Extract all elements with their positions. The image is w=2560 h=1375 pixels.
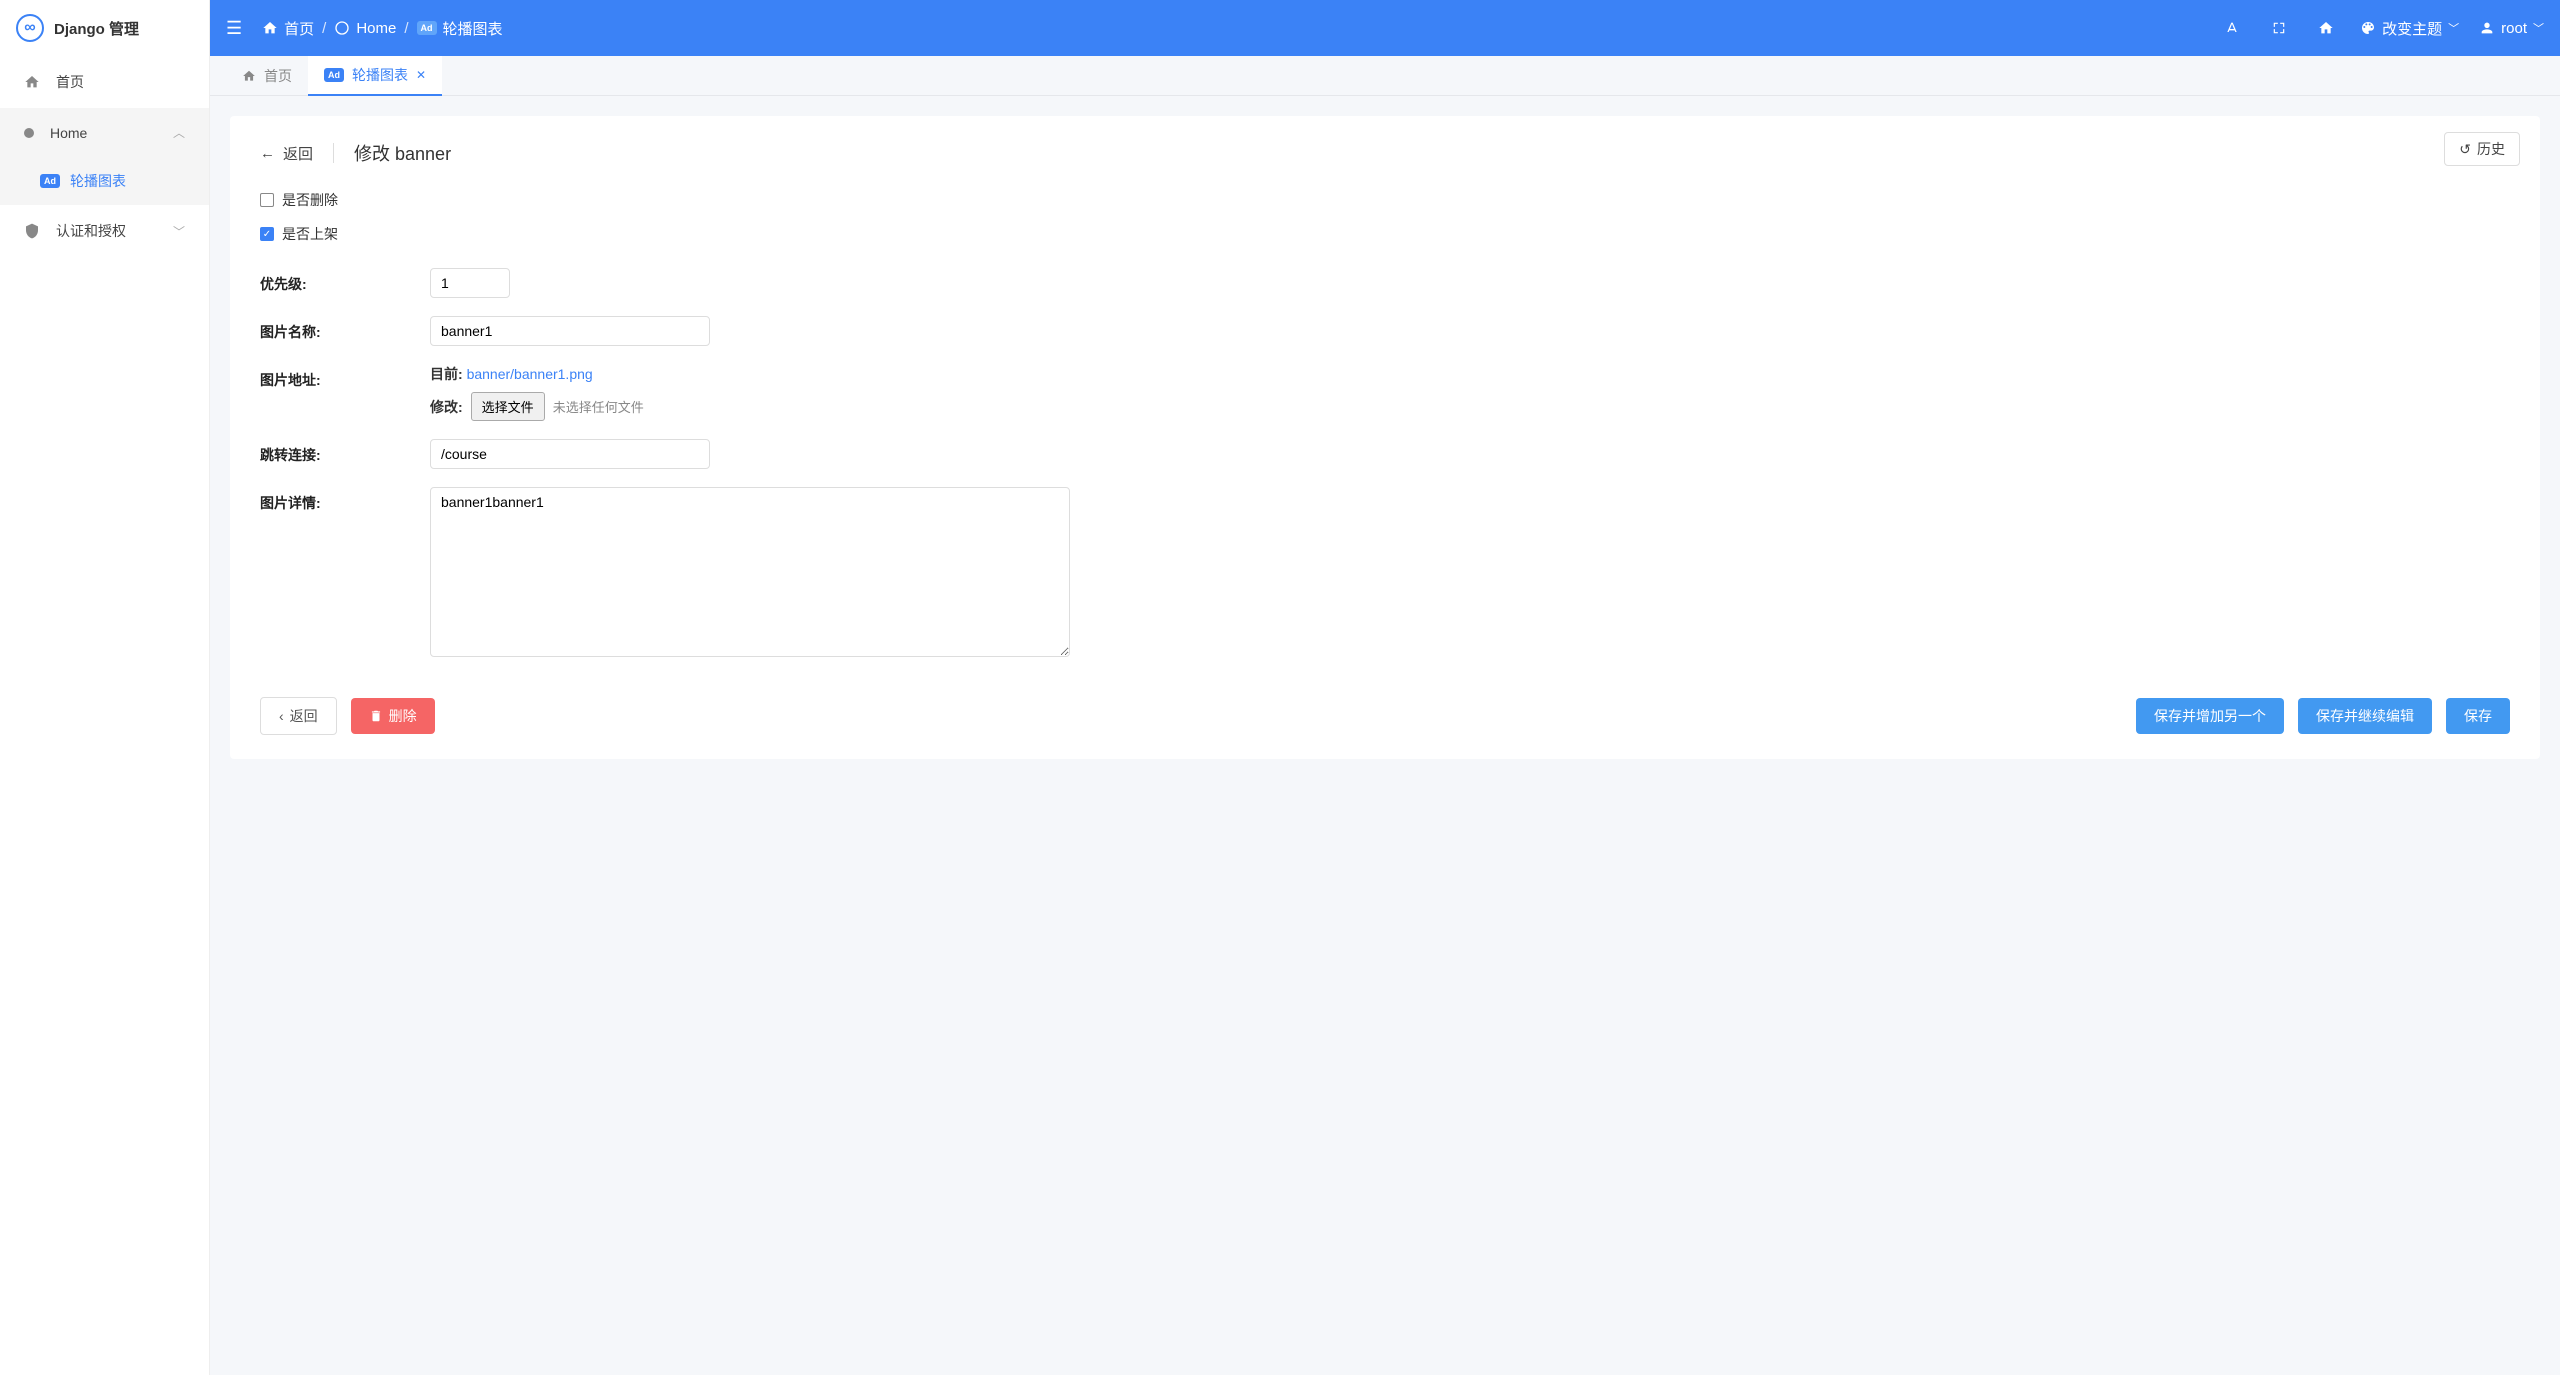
back-button-label: 返回 (290, 706, 318, 726)
page-title: 修改 banner (354, 140, 451, 166)
breadcrumb-home-app[interactable]: Home (334, 20, 396, 37)
home-icon (262, 20, 278, 36)
history-label: 历史 (2477, 139, 2505, 159)
theme-label: 改变主题 (2382, 18, 2442, 39)
checkbox-label: 是否删除 (282, 190, 338, 210)
detail-textarea[interactable] (430, 487, 1070, 657)
save-continue-button[interactable]: 保存并继续编辑 (2298, 698, 2432, 734)
file-current: 目前: banner/banner1.png (430, 364, 644, 384)
topbar: ☰ 首页 / Home / Ad 轮播图表 (210, 0, 2560, 56)
image-url-label: 图片地址: (260, 364, 430, 390)
breadcrumb-sep: / (322, 20, 326, 37)
tab-home[interactable]: 首页 (226, 56, 308, 96)
tab-label: 轮播图表 (352, 65, 408, 85)
link-input[interactable] (430, 439, 710, 469)
chevron-down-icon: ﹀ (173, 223, 185, 240)
detail-label: 图片详情: (260, 487, 430, 513)
palette-icon (2360, 20, 2376, 36)
nav-label: 认证和授权 (56, 221, 126, 241)
link-label: 跳转连接: (260, 439, 430, 465)
breadcrumb-home[interactable]: 首页 (262, 18, 314, 39)
ad-badge-icon: Ad (417, 21, 437, 35)
file-status: 未选择任何文件 (553, 397, 644, 416)
is-deleted-checkbox[interactable]: 是否删除 (260, 190, 338, 210)
user-icon (2479, 20, 2495, 36)
delete-button[interactable]: 删除 (351, 698, 435, 734)
ad-badge-icon: Ad (40, 174, 60, 188)
chevron-left-icon: ‹ (279, 708, 284, 724)
back-button[interactable]: ‹ 返回 (260, 697, 337, 735)
ad-badge-icon: Ad (324, 68, 344, 82)
nav-item-home-app[interactable]: Home ︿ (0, 108, 209, 157)
nav-label: Home (50, 125, 87, 141)
circle-icon (334, 20, 350, 36)
logo-icon: ∞ (16, 14, 44, 42)
brand-text: Django 管理 (54, 18, 139, 39)
name-label: 图片名称: (260, 316, 430, 342)
home-icon (24, 74, 40, 90)
history-icon: ↺ (2459, 141, 2471, 158)
tab-label: 首页 (264, 66, 292, 86)
name-input[interactable] (430, 316, 710, 346)
breadcrumb-label: 轮播图表 (443, 18, 503, 39)
back-label: 返回 (283, 143, 313, 164)
history-button[interactable]: ↺ 历史 (2444, 132, 2520, 166)
save-button[interactable]: 保存 (2446, 698, 2510, 734)
file-current-link[interactable]: banner/banner1.png (467, 366, 593, 382)
file-current-prefix: 目前: (430, 366, 463, 382)
chevron-up-icon: ︿ (173, 124, 185, 141)
breadcrumb-label: Home (356, 20, 396, 37)
breadcrumb-sep: / (404, 20, 408, 37)
divider (333, 143, 334, 163)
trash-icon (369, 709, 383, 723)
content-area: ↺ 历史 ← 返回 修改 banner 是否删除 (210, 96, 2560, 1375)
dot-icon (24, 125, 34, 141)
nav-item-auth[interactable]: 认证和授权 ﹀ (0, 205, 209, 257)
font-icon[interactable] (2218, 14, 2246, 42)
tabs-bar: 首页 Ad 轮播图表 ✕ (210, 56, 2560, 96)
checkbox-label: 是否上架 (282, 224, 338, 244)
breadcrumb-label: 首页 (284, 18, 314, 39)
nav-sub-label: 轮播图表 (70, 171, 126, 191)
chevron-down-icon: ﹀ (2533, 20, 2544, 36)
theme-menu[interactable]: 改变主题 ﹀ (2360, 18, 2459, 39)
tab-carousel[interactable]: Ad 轮播图表 ✕ (308, 56, 442, 96)
file-edit-prefix: 修改: (430, 397, 463, 417)
breadcrumb: 首页 / Home / Ad 轮播图表 (262, 18, 502, 39)
sidebar: ∞ Django 管理 首页 Home ︿ Ad 轮播图表 认证和授权 ﹀ (0, 0, 210, 1375)
is-active-checkbox[interactable]: ✓ 是否上架 (260, 224, 338, 244)
home-icon (242, 69, 256, 83)
choose-file-button[interactable]: 选择文件 (471, 392, 545, 421)
back-link[interactable]: ← 返回 (260, 143, 313, 164)
brand-logo[interactable]: ∞ Django 管理 (0, 0, 209, 56)
user-menu[interactable]: root ﹀ (2479, 20, 2544, 37)
priority-input[interactable] (430, 268, 510, 298)
shield-icon (24, 223, 40, 239)
fullscreen-icon[interactable] (2266, 15, 2292, 41)
arrow-left-icon: ← (260, 145, 275, 162)
nav-sub-item-carousel[interactable]: Ad 轮播图表 (0, 157, 209, 205)
checkbox-checked-icon: ✓ (260, 227, 274, 241)
nav-label: 首页 (56, 72, 84, 92)
chevron-down-icon: ﹀ (2448, 20, 2459, 36)
user-label: root (2501, 20, 2527, 37)
close-icon[interactable]: ✕ (416, 68, 426, 82)
priority-label: 优先级: (260, 268, 430, 294)
delete-button-label: 删除 (389, 706, 417, 726)
save-add-another-button[interactable]: 保存并增加另一个 (2136, 698, 2284, 734)
hamburger-icon[interactable]: ☰ (226, 18, 242, 39)
breadcrumb-carousel[interactable]: Ad 轮播图表 (417, 18, 503, 39)
home-icon[interactable] (2312, 14, 2340, 42)
form-card: ↺ 历史 ← 返回 修改 banner 是否删除 (230, 116, 2540, 759)
nav-item-home[interactable]: 首页 (0, 56, 209, 108)
checkbox-icon (260, 193, 274, 207)
